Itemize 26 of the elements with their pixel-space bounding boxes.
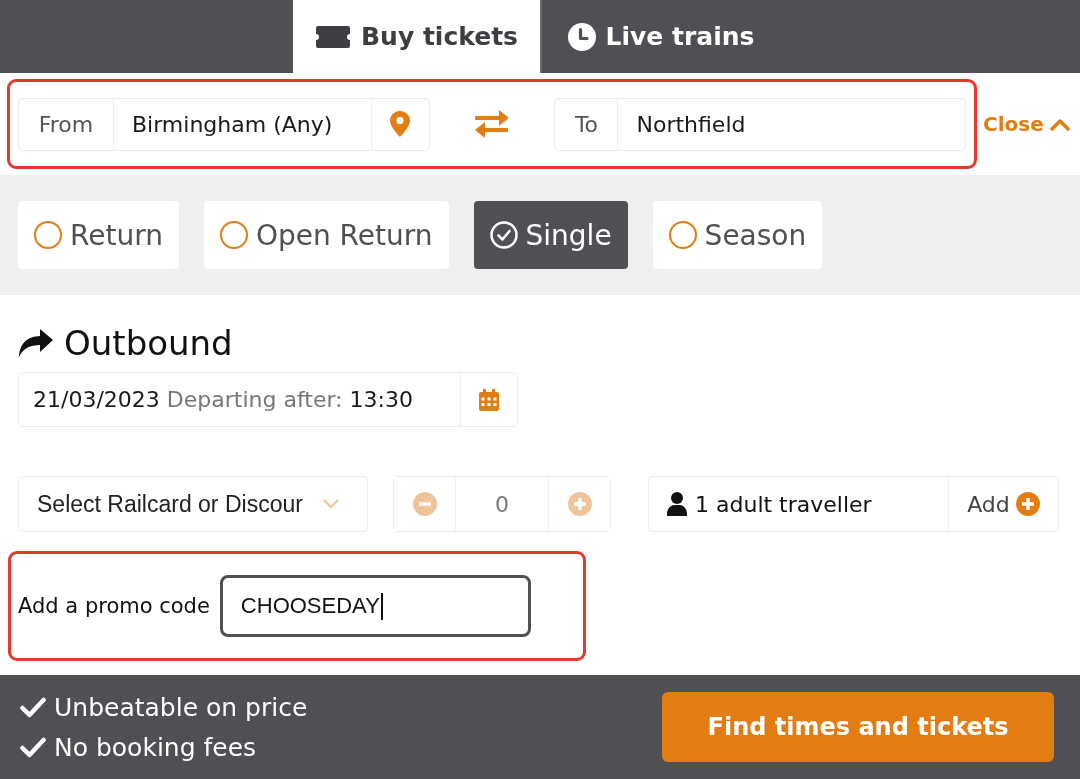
railcard-select[interactable]: Select Railcard or Discour <box>18 476 368 532</box>
ticket-type-option[interactable]: Single <box>473 201 628 269</box>
chevron-down-icon <box>322 499 339 509</box>
person-icon <box>667 492 687 516</box>
ticket-icon <box>315 24 352 49</box>
feature-text: No booking fees <box>54 732 257 762</box>
section-heading: Outbound <box>64 323 233 363</box>
ticket-type-option[interactable]: Return <box>18 201 179 269</box>
check-icon <box>20 696 46 718</box>
forward-arrow-icon <box>18 328 54 358</box>
ticket-type-option[interactable]: Open Return <box>203 201 449 269</box>
feature-text: Unbeatable on price <box>54 692 308 722</box>
ticket-type-option[interactable]: Season <box>652 201 823 269</box>
check-icon <box>20 736 46 758</box>
tab[interactable]: Buy tickets <box>293 0 540 73</box>
clock-icon <box>567 22 596 51</box>
promo-code-label: Add a promo code <box>18 594 210 618</box>
radio-ring-icon <box>34 221 62 249</box>
swap-arrows-icon[interactable] <box>474 110 509 138</box>
caret-up-icon <box>1049 117 1070 131</box>
radio-ring-icon <box>668 221 697 249</box>
travellers-button[interactable]: 1 adult traveller <box>649 477 948 531</box>
add-traveller-button[interactable]: Add <box>948 477 1058 531</box>
check-circle-icon <box>489 221 518 249</box>
radio-ring-icon <box>219 221 248 249</box>
promo-code-input[interactable]: CHOOSEDAY <box>219 575 531 637</box>
